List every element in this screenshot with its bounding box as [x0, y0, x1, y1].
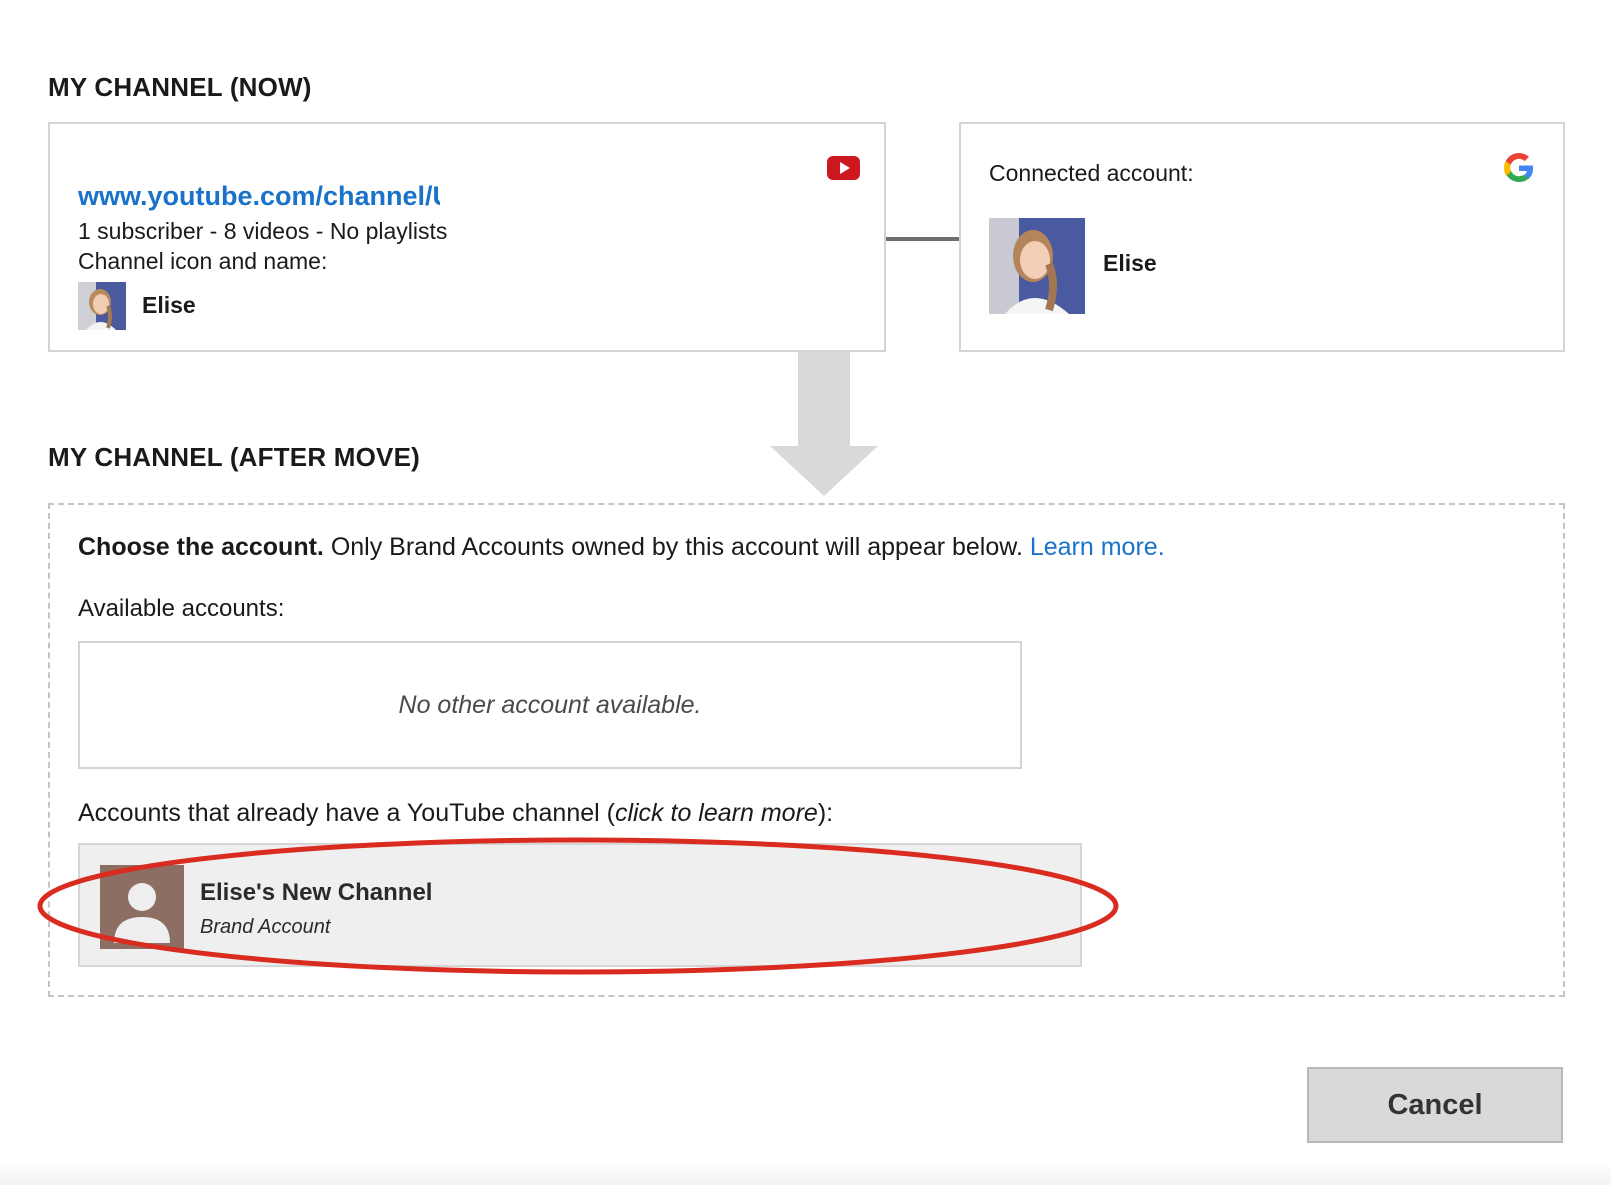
existing-channels-label: Accounts that already have a YouTube cha… [78, 799, 833, 828]
connected-account-card: Connected account: Elise [959, 122, 1565, 352]
brand-account-row[interactable]: Elise's New Channel Brand Account [78, 843, 1082, 967]
arrow-down-icon [770, 352, 878, 496]
connector-line [886, 237, 959, 241]
after-move-panel: Choose the account. Only Brand Accounts … [48, 503, 1565, 997]
channel-avatar [78, 282, 126, 330]
youtube-play-icon [827, 156, 860, 180]
section-title-after-move: MY CHANNEL (AFTER MOVE) [48, 442, 420, 472]
existing-suffix: ): [817, 799, 834, 827]
cancel-button[interactable]: Cancel [1307, 1067, 1563, 1143]
existing-prefix: Accounts that already have a YouTube cha… [78, 799, 615, 827]
instruction-text: Only Brand Accounts owned by this accoun… [323, 533, 1030, 561]
bottom-fade [0, 1162, 1611, 1185]
section-title-now: MY CHANNEL (NOW) [48, 72, 312, 102]
available-accounts-label: Available accounts: [78, 595, 285, 622]
brand-account-type: Brand Account [200, 916, 331, 938]
channel-owner-name: Elise [142, 292, 196, 318]
instructions: Choose the account. Only Brand Accounts … [78, 533, 1165, 562]
instruction-bold: Choose the account. [78, 533, 324, 561]
channel-url-link[interactable]: www.youtube.com/channel/U [78, 181, 440, 212]
connected-account-label: Connected account: [989, 160, 1194, 186]
current-channel-card: www.youtube.com/channel/U 1 subscriber -… [48, 122, 886, 352]
click-to-learn-more-link[interactable]: click to learn more [615, 799, 818, 827]
available-accounts-list: No other account available. [78, 641, 1022, 769]
learn-more-link[interactable]: Learn more. [1030, 533, 1165, 561]
connected-account-avatar [989, 218, 1085, 314]
google-g-icon [1504, 153, 1533, 182]
channel-icon-label: Channel icon and name: [78, 248, 328, 274]
default-avatar-icon [100, 865, 184, 949]
empty-state-message: No other account available. [398, 691, 702, 719]
connected-account-name: Elise [1103, 250, 1157, 276]
brand-account-name: Elise's New Channel [200, 879, 433, 906]
channel-stats: 1 subscriber - 8 videos - No playlists [78, 218, 448, 244]
